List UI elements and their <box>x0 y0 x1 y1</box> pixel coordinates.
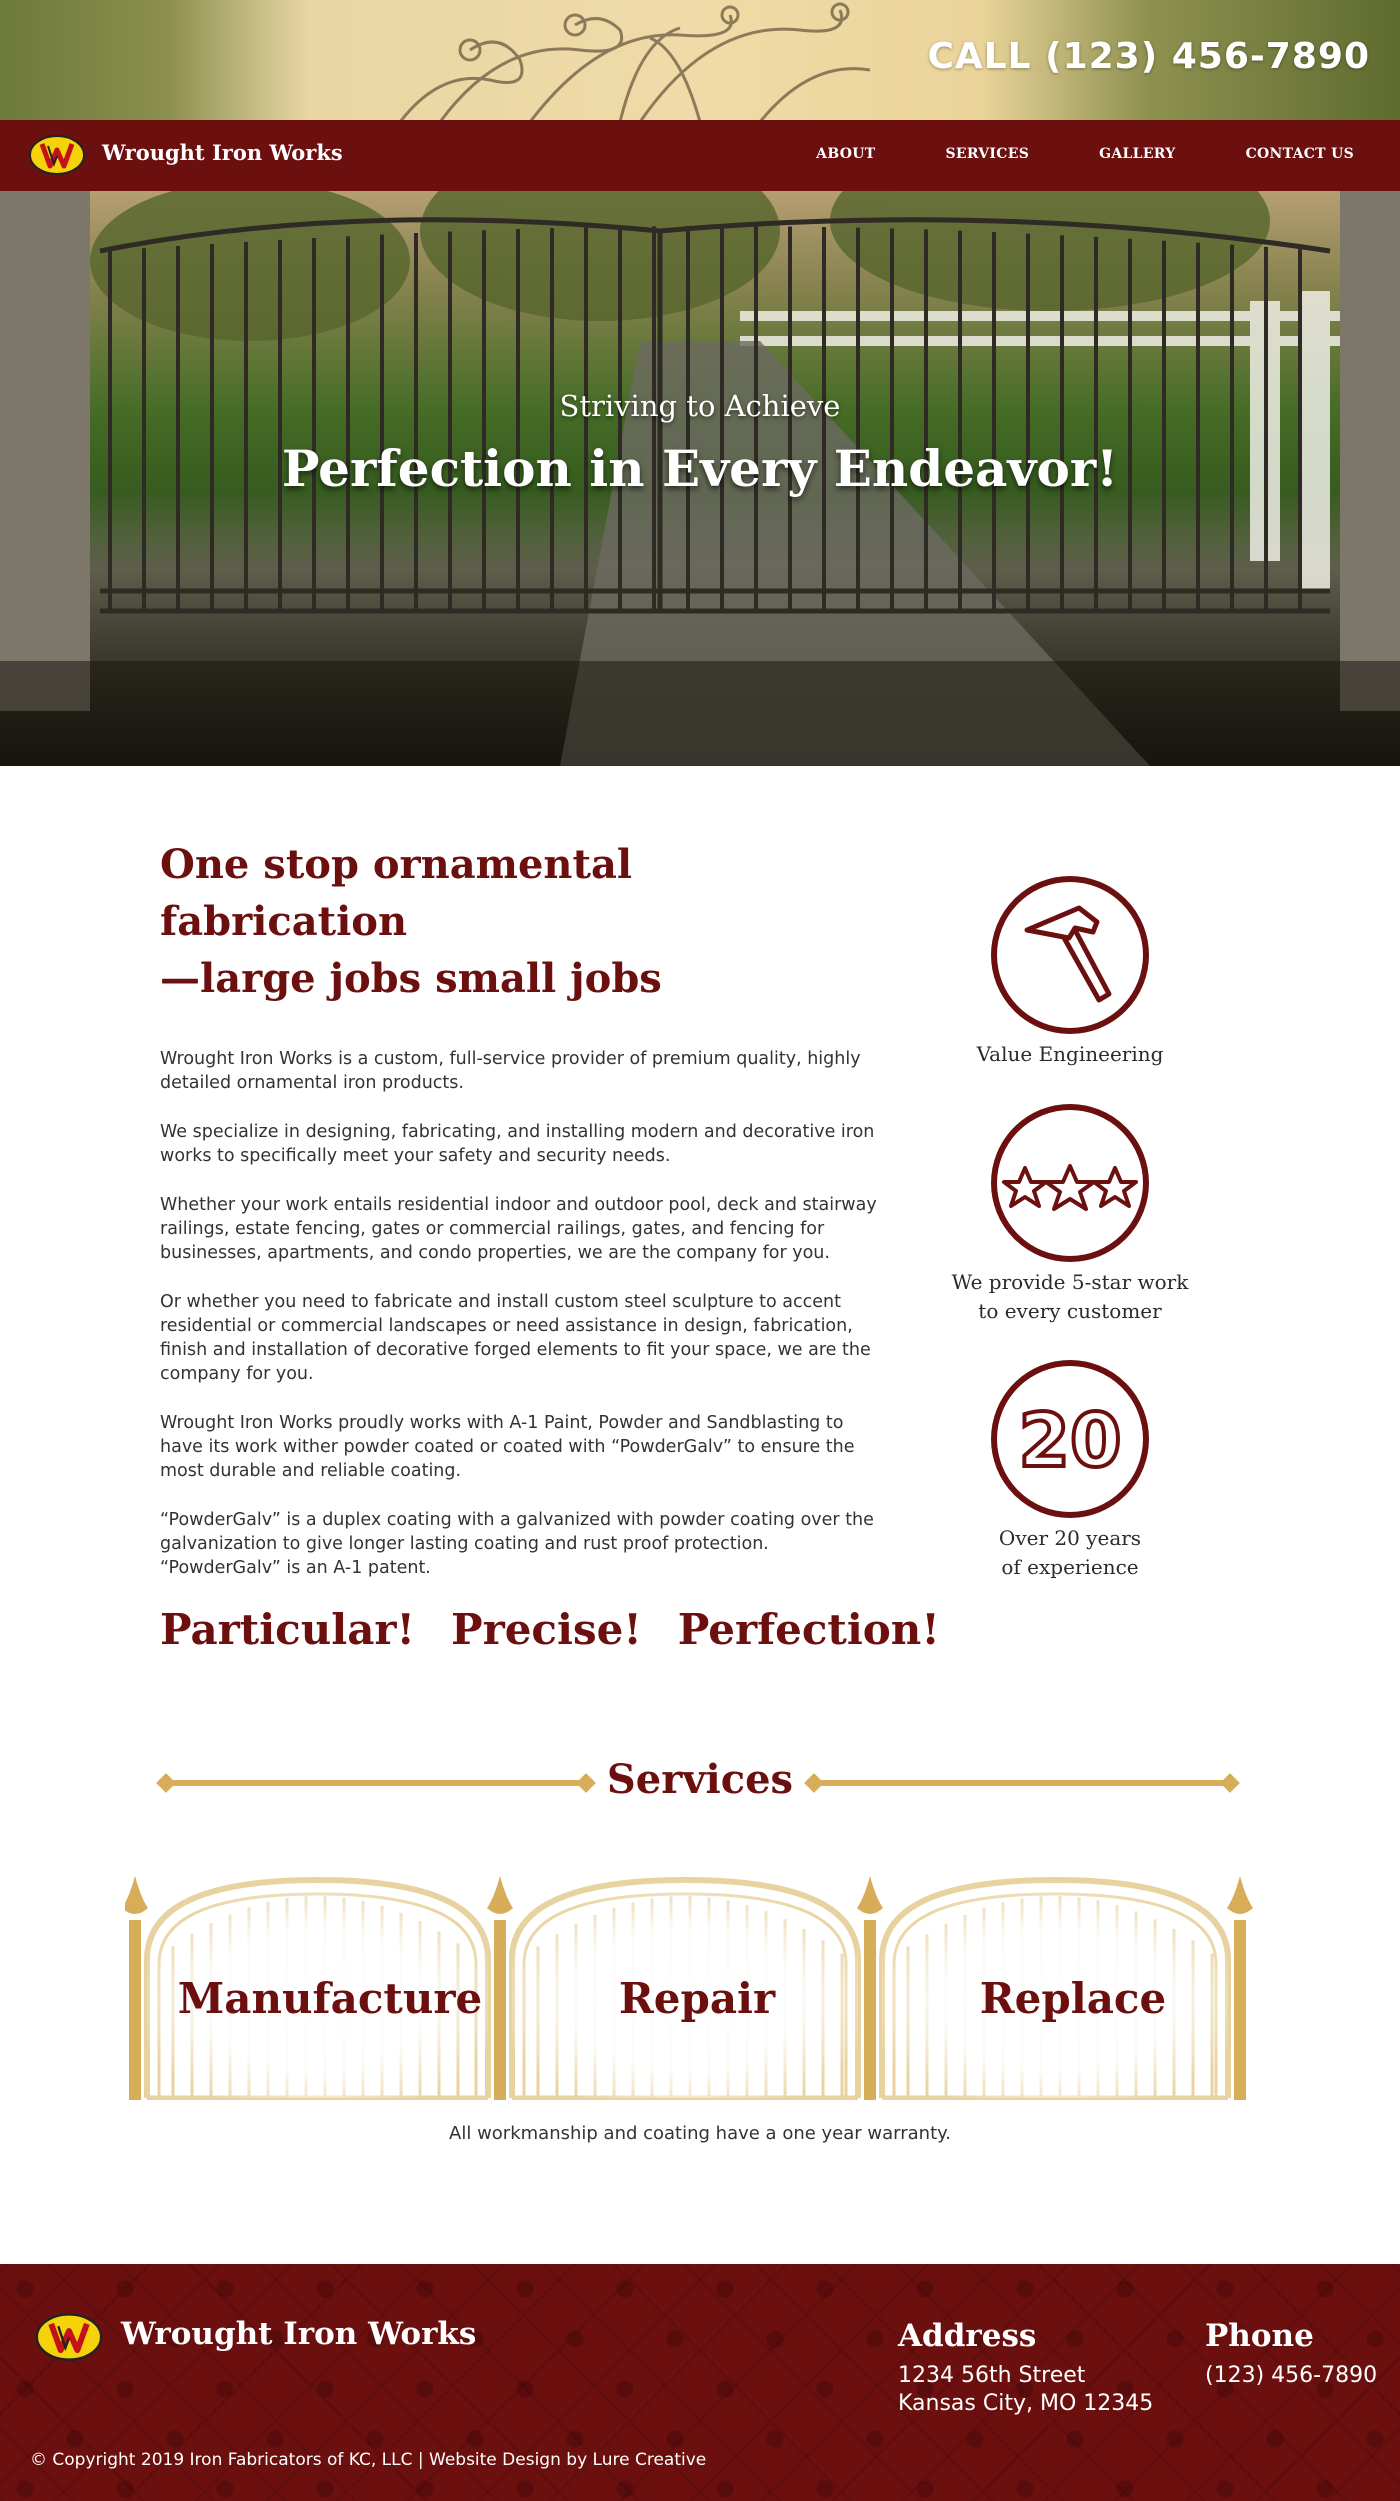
taglines: Particular! Precise! Perfection! <box>160 1605 940 1654</box>
about-paragraph: Wrought Iron Works proudly works with A-… <box>160 1413 855 1481</box>
footer-address: Address 1234 56th Street Kansas City, MO… <box>898 2318 1153 2418</box>
main-navbar: Wrought Iron Works ABOUT SERVICES GALLER… <box>0 120 1400 191</box>
tagline-perfection: Perfection! <box>677 1605 940 1654</box>
feature-label-line1: We provide 5-star work <box>951 1270 1189 1294</box>
footer-logo-icon[interactable] <box>34 2312 104 2362</box>
service-manufacture[interactable]: Manufacture <box>145 1974 515 2023</box>
hammer-icon <box>991 876 1149 1034</box>
years-number: 20 <box>1019 1398 1122 1484</box>
nav-contact-us[interactable]: CONTACT US <box>1246 146 1354 162</box>
phone-heading: Phone <box>1205 2318 1314 2354</box>
site-footer: Wrought Iron Works Address 1234 56th Str… <box>0 2264 1400 2501</box>
tagline-precise: Precise! <box>451 1605 642 1654</box>
about-paragraph: Whether your work entails residential in… <box>160 1195 877 1263</box>
about-heading-line1: One stop ornamental fabrication <box>160 841 633 945</box>
service-repair[interactable]: Repair <box>512 1974 882 2023</box>
services-title: Services <box>606 1756 794 1803</box>
about-heading: One stop ornamental fabrication —large j… <box>160 836 880 1007</box>
footer-phone-number[interactable]: (123) 456-7890 <box>1205 2362 1377 2390</box>
address-heading: Address <box>898 2318 1037 2354</box>
about-section: One stop ornamental fabrication —large j… <box>160 836 940 1654</box>
footer-brand-name[interactable]: Wrought Iron Works <box>121 2316 476 2352</box>
brand-name[interactable]: Wrought Iron Works <box>102 140 343 165</box>
stars-icon <box>991 1104 1149 1262</box>
nav-services[interactable]: SERVICES <box>945 146 1029 162</box>
about-heading-line2: —large jobs small jobs <box>160 955 662 1002</box>
warranty-note: All workmanship and coating have a one y… <box>449 2123 951 2144</box>
twenty-icon: 20 <box>991 1360 1149 1518</box>
feature-label: Value Engineering <box>976 1042 1164 1066</box>
address-line2: Kansas City, MO 12345 <box>898 2391 1154 2416</box>
nav-gallery[interactable]: GALLERY <box>1099 146 1175 162</box>
about-paragraph: Wrought Iron Works is a custom, full-ser… <box>160 1049 861 1093</box>
logo-icon[interactable] <box>28 134 86 176</box>
feature-five-star: We provide 5-star work to every customer <box>940 1104 1200 1326</box>
copyright-notice: © Copyright 2019 Iron Fabricators of KC,… <box>30 2450 707 2470</box>
service-replace[interactable]: Replace <box>888 1974 1258 2023</box>
tagline-particular: Particular! <box>160 1605 415 1654</box>
nav-about[interactable]: ABOUT <box>816 146 875 162</box>
about-paragraph: “PowderGalv” is a duplex coating with a … <box>160 1510 874 1578</box>
address-line1: 1234 56th Street <box>898 2363 1086 2388</box>
primary-nav: ABOUT SERVICES GALLERY CONTACT US <box>746 146 1354 162</box>
hero-banner: Striving to Achieve Perfection in Every … <box>0 191 1400 766</box>
hero-subtitle: Striving to Achieve <box>559 389 841 423</box>
feature-label-line2: of experience <box>1001 1555 1139 1579</box>
about-paragraph: We specialize in designing, fabricating,… <box>160 1122 875 1166</box>
feature-value-engineering: Value Engineering <box>940 876 1200 1069</box>
feature-label: Over 20 years of experience <box>940 1524 1200 1582</box>
header-phone-cta[interactable]: CALL (123) 456-7890 <box>927 36 1370 77</box>
feature-label: We provide 5-star work to every customer <box>940 1268 1200 1326</box>
feature-label-line1: Over 20 years <box>998 1526 1142 1550</box>
gate-scroll-ornament <box>398 2 871 122</box>
feature-experience: 20 Over 20 years of experience <box>940 1360 1200 1582</box>
feature-label-line2: to every customer <box>978 1299 1162 1323</box>
top-banner: CALL (123) 456-7890 <box>0 0 1400 122</box>
about-paragraph: Or whether you need to fabricate and ins… <box>160 1292 871 1384</box>
footer-phone: Phone (123) 456-7890 <box>1205 2318 1377 2390</box>
hero-title: Perfection in Every Endeavor! <box>281 439 1119 498</box>
